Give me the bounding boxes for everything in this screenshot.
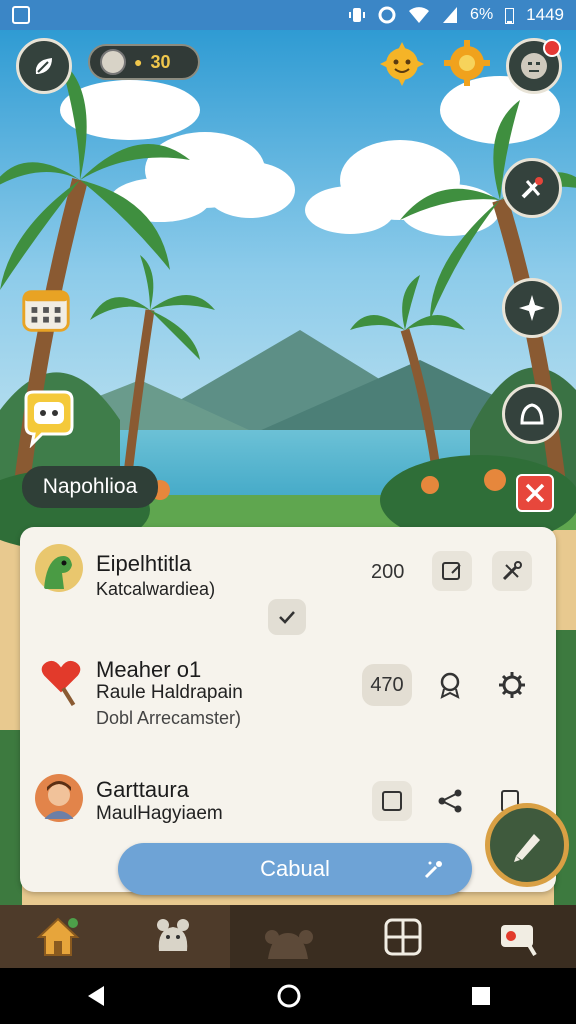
chat-icon[interactable] [18,386,80,448]
nav-farm[interactable] [230,905,346,968]
nav-gift[interactable] [460,905,576,968]
settings-row-button[interactable] [492,665,532,705]
badge-button[interactable] [430,665,470,705]
notification-dot [543,39,561,57]
pen-icon [514,834,540,862]
frame-button[interactable] [372,781,412,821]
heart-icon [41,660,81,707]
list-item[interactable]: Garttaura MaulHagyiaem [20,527,556,824]
notifications-button[interactable] [506,38,562,94]
primary-button[interactable]: Cabual [118,843,472,895]
pen-fab[interactable] [485,803,569,887]
gift-icon [501,924,538,956]
farm-icon [265,929,313,959]
item-title: Garttaura [96,777,189,802]
back-icon[interactable] [84,984,108,1008]
bear-icon [156,918,189,951]
shop-button[interactable] [502,384,562,444]
item-title: Meaher o1 [96,657,202,682]
profile-button[interactable] [16,38,72,94]
player-avatar [100,49,126,75]
share-button[interactable] [430,781,470,821]
gear-icon [499,672,525,698]
gear-sun-icon[interactable] [442,38,492,88]
house-icon [36,917,80,956]
nav-home[interactable] [0,905,115,968]
coins-count: 30 [150,51,171,72]
item-subtitle: Raule Haldrapain [96,682,243,703]
status-right: 6% 1449 [348,5,564,25]
nav-animals[interactable] [115,905,230,968]
coin-icon: ● [134,54,143,70]
close-button[interactable] [516,474,554,512]
tools-button[interactable] [502,158,562,218]
battery-text: 6% [470,6,494,23]
bottom-nav [0,905,576,968]
status-bar: 6% 1449 [0,0,576,30]
avatar [35,774,83,822]
item-subtitle-secondary: Dobl Arrecamster) [96,708,242,728]
leaf-icon [35,58,52,74]
tools-icon [521,177,543,199]
calendar-icon[interactable] [18,282,74,338]
bag-icon [520,403,544,425]
home-icon[interactable] [276,983,302,1009]
share-icon [438,789,462,813]
close-icon [525,483,545,503]
battery-icon [505,7,515,24]
item-value: 470 [362,664,412,706]
location-name-tag: Napohlioa [22,466,158,508]
grid-icon [384,918,422,955]
player-coins-pill[interactable]: ● 30 [88,44,200,80]
item-subtitle: MaulHagyiaem [96,803,223,824]
sparkle-icon [424,861,442,879]
wifi-icon [409,7,430,23]
friends-panel: Eipelhtitla Katcalwardiea) 200 Meaher o1… [20,527,556,892]
compass-button[interactable] [502,278,562,338]
primary-button-label: Cabual [260,856,330,881]
signal-icon [443,7,458,23]
compass-icon [519,295,545,321]
recents-icon[interactable] [470,985,492,1007]
smiley-sun-icon[interactable] [378,40,426,88]
system-nav [0,968,576,1024]
clock: 1449 [526,5,564,24]
nav-inventory[interactable] [345,905,461,968]
data-saver-icon [378,6,396,24]
gallery-icon [12,6,30,24]
vibrate-icon [349,8,366,22]
square-icon [382,791,402,811]
ribbon-icon [440,672,460,699]
